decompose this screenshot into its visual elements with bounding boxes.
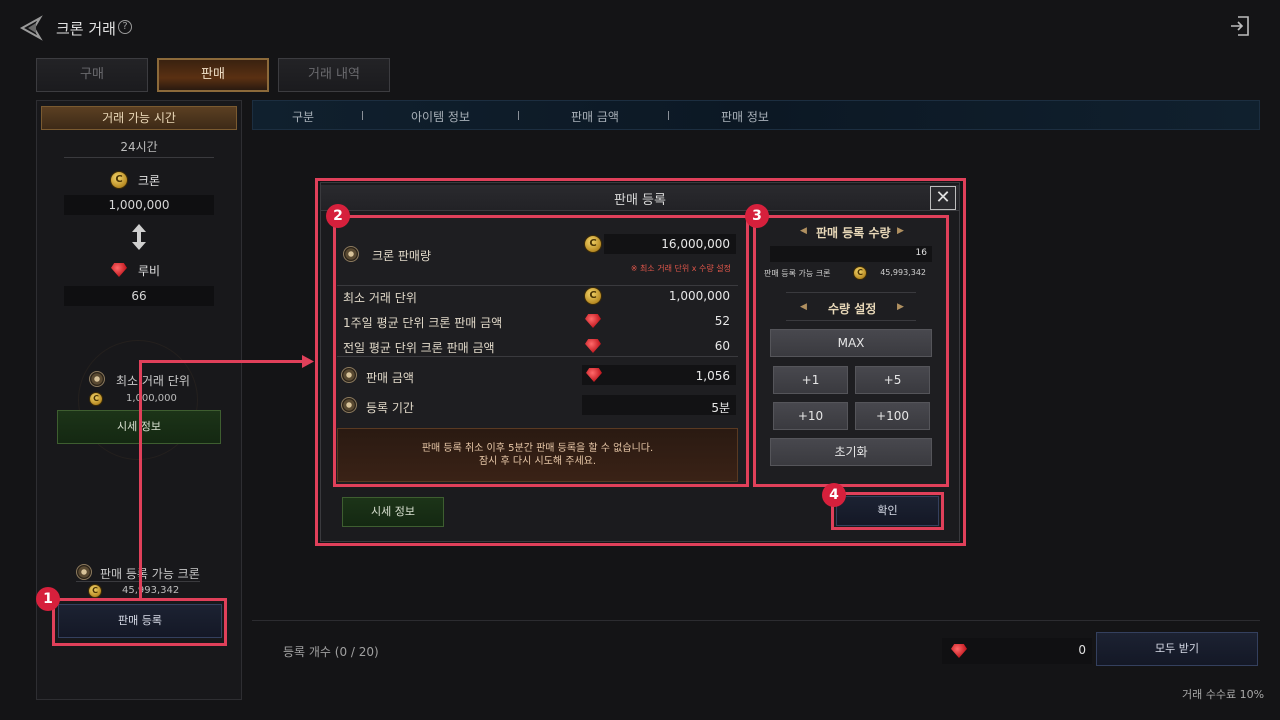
cron-coin-icon: C <box>110 171 128 189</box>
claim-all-button[interactable]: 모두 받기 <box>1096 632 1258 666</box>
min-unit-label: 최소 거래 단위 <box>116 374 190 388</box>
column-divider <box>668 111 669 120</box>
column-sale-info: 판매 정보 <box>721 110 769 124</box>
ruby-label: 루비 <box>138 264 161 278</box>
tab-sell[interactable]: 판매 <box>157 58 269 92</box>
divider <box>252 620 1260 621</box>
highlight-confirm <box>831 492 944 530</box>
sellable-cron-label: 판매 등록 가능 크론 <box>100 567 200 581</box>
column-item-info: 아이템 정보 <box>411 110 471 124</box>
ruby-total-value: 0 <box>1078 643 1086 657</box>
exchange-arrow-icon <box>132 224 146 250</box>
cron-label: 크론 <box>138 174 161 188</box>
step-badge-1: 1 <box>36 587 60 611</box>
cron-coin-icon: C <box>89 392 103 406</box>
highlight-details <box>333 215 749 487</box>
ruby-value: 66 <box>64 286 214 306</box>
step-badge-3: 3 <box>745 204 769 228</box>
pointer-line <box>139 360 307 363</box>
trade-fee: 거래 수수료 10% <box>1182 688 1265 701</box>
pointer-line <box>139 360 142 598</box>
column-divider <box>362 111 363 120</box>
step-badge-2: 2 <box>326 204 350 228</box>
column-category: 구분 <box>292 110 315 124</box>
trade-time-value: 24시간 <box>120 140 158 154</box>
rune-icon <box>89 371 105 387</box>
sellable-cron-value: 45,993,342 <box>122 585 180 596</box>
cron-coin-icon: C <box>88 584 102 598</box>
column-sale-price: 판매 금액 <box>571 110 619 124</box>
highlight-quantity <box>753 215 949 487</box>
divider <box>64 157 214 158</box>
help-icon[interactable]: ? <box>118 20 132 34</box>
tab-buy[interactable]: 구매 <box>36 58 148 92</box>
divider <box>76 581 200 582</box>
page-title: 크론 거래 <box>56 20 116 38</box>
back-icon[interactable] <box>14 12 46 44</box>
registered-count: 등록 개수 (0 / 20) <box>283 645 379 659</box>
tab-history[interactable]: 거래 내역 <box>278 58 390 92</box>
column-divider <box>518 111 519 120</box>
exit-icon[interactable] <box>1228 14 1252 38</box>
highlight-register <box>52 598 227 646</box>
step-badge-4: 4 <box>822 483 846 507</box>
pointer-arrow-icon <box>302 355 314 368</box>
rune-icon <box>76 564 92 580</box>
min-unit-value: 1,000,000 <box>126 393 177 404</box>
trade-time-header: 거래 가능 시간 <box>41 106 237 130</box>
cron-value: 1,000,000 <box>64 195 214 215</box>
